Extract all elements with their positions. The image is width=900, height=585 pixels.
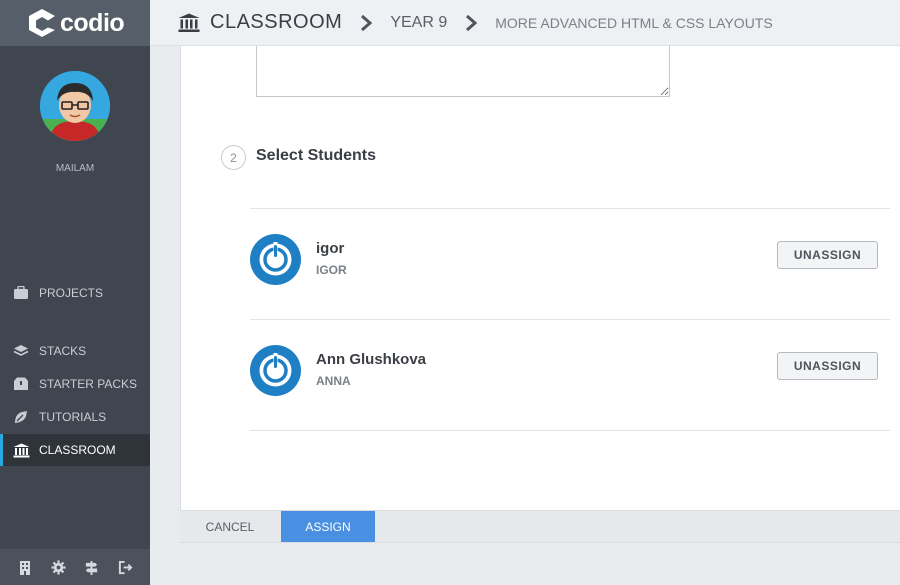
sidebar-item-label: STACKS (39, 344, 87, 358)
student-avatar (250, 234, 301, 285)
action-bar: CANCEL ASSIGN (180, 510, 900, 542)
classroom-icon (12, 442, 30, 458)
list-item: igor IGOR UNASSIGN (250, 208, 890, 318)
student-name: Ann Glushkova (316, 351, 427, 368)
unassign-button[interactable]: UNASSIGN (777, 241, 878, 269)
codio-logo-icon (29, 9, 55, 37)
chevron-right-icon (361, 14, 373, 31)
sidebar-item-label: TUTORIALS (39, 410, 107, 424)
classroom-icon (178, 13, 200, 32)
username: MAILAM (55, 163, 95, 174)
description-textarea[interactable] (256, 46, 670, 97)
sidebar-item-label: CLASSROOM (39, 443, 116, 457)
breadcrumb-assignment: MORE ADVANCED HTML & CSS LAYOUTS (495, 14, 773, 31)
briefcase-icon (12, 285, 30, 301)
assign-button[interactable]: ASSIGN (281, 511, 375, 542)
signpost-icon[interactable] (83, 558, 101, 576)
unassign-button[interactable]: UNASSIGN (777, 352, 878, 380)
sidebar-item-starter-packs[interactable]: STARTER PACKS (0, 368, 150, 400)
sidebar-item-classroom[interactable]: CLASSROOM (0, 434, 150, 466)
breadcrumb-year[interactable]: YEAR 9 (390, 14, 447, 32)
sidebar-item-projects[interactable]: PROJECTS (0, 277, 150, 309)
student-name: igor (316, 240, 345, 257)
cancel-button[interactable]: CANCEL (180, 511, 280, 542)
sidebar-item-tutorials[interactable]: TUTORIALS (0, 401, 150, 433)
step-number: 2 (221, 145, 246, 170)
layers-icon (12, 343, 30, 359)
power-icon (259, 353, 292, 387)
box-icon (12, 376, 30, 392)
sidebar-item-stacks[interactable]: STACKS (0, 335, 150, 367)
sidebar-bottom-bar (0, 549, 150, 585)
step-title: Select Students (256, 147, 377, 164)
breadcrumb-classroom[interactable]: CLASSROOM (210, 11, 342, 34)
avatar[interactable] (40, 71, 110, 141)
logo[interactable]: codio (0, 0, 150, 46)
gear-icon[interactable] (49, 558, 67, 576)
tutorial-icon (12, 409, 30, 425)
student-username: IGOR (316, 263, 347, 277)
list-item: Ann Glushkova ANNA UNASSIGN (250, 319, 890, 429)
chevron-right-icon (466, 14, 478, 31)
breadcrumb: CLASSROOM YEAR 9 MORE ADVANCED HTML & CS… (150, 0, 900, 46)
assignment-card: 2 Select Students igor IGOR UNASSIGN Ann… (180, 46, 900, 543)
sidebar-item-label: STARTER PACKS (39, 377, 138, 391)
building-icon[interactable] (16, 558, 34, 576)
student-avatar (250, 345, 301, 396)
student-username: ANNA (316, 374, 351, 388)
sidebar-item-label: PROJECTS (39, 286, 104, 300)
sidebar: codio MAILAM PROJECTS STACKS STARTER PAC… (0, 0, 150, 585)
power-icon (259, 242, 292, 276)
divider (250, 430, 890, 431)
logout-icon[interactable] (116, 558, 134, 576)
logo-text: codio (60, 8, 125, 37)
